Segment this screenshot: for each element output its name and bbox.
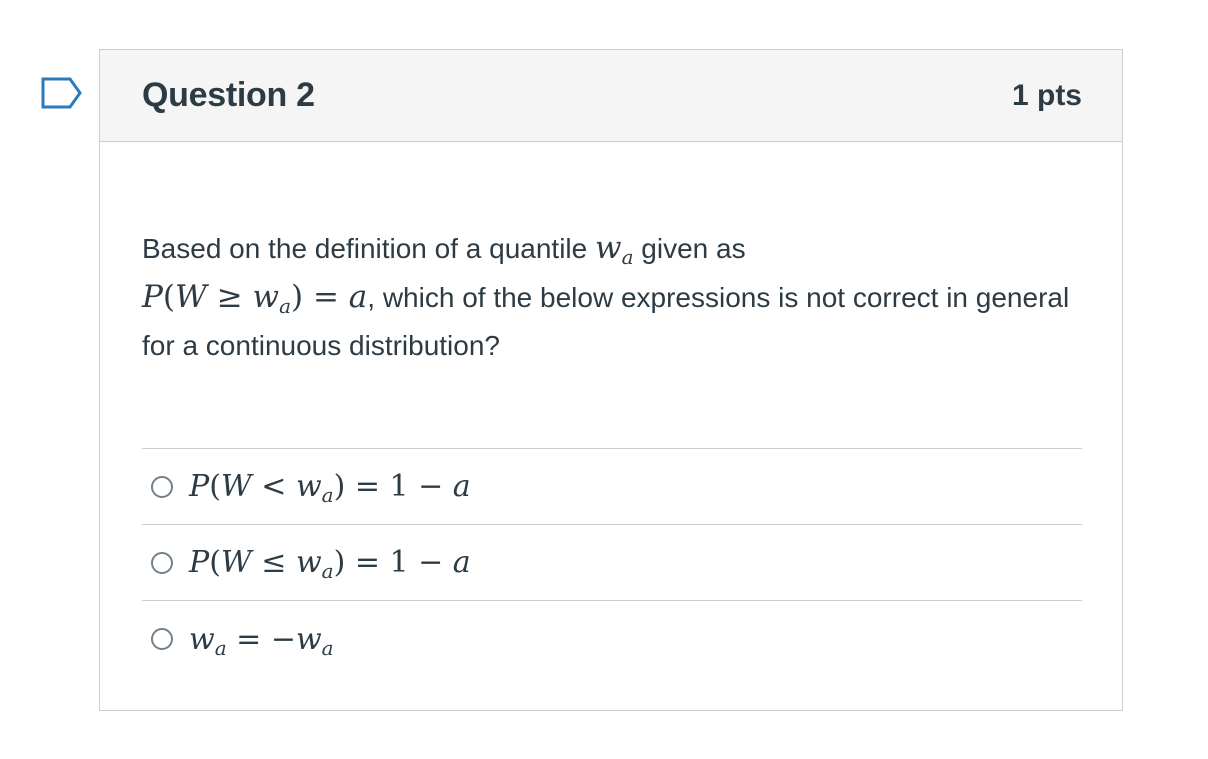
flag-question-icon[interactable] xyxy=(40,76,84,110)
radio-button[interactable] xyxy=(151,475,173,498)
answer-list: P(W < wa) = 1 − a P(W ≤ wa) = 1 − a wa =… xyxy=(142,448,1082,677)
answer-option[interactable]: wa = −wa xyxy=(142,601,1082,677)
question-body: Based on the definition of a quantile wa… xyxy=(100,142,1122,677)
radio-button[interactable] xyxy=(151,551,173,574)
question-text-part2: given as xyxy=(633,233,746,264)
answer-option[interactable]: P(W < wa) = 1 − a xyxy=(142,449,1082,525)
question-text: Based on the definition of a quantile wa… xyxy=(142,224,1082,370)
answer-option[interactable]: P(W ≤ wa) = 1 − a xyxy=(142,525,1082,601)
math-definition: P(W ≥ wa) = a xyxy=(142,279,368,318)
answer-label[interactable]: P(W ≤ wa) = 1 − a xyxy=(189,545,471,581)
question-card: Question 2 1 pts Based on the definition… xyxy=(99,49,1123,711)
question-points: 1 pts xyxy=(1011,78,1082,112)
question-text-part1: Based on the definition of a quantile xyxy=(142,233,596,264)
answer-label[interactable]: P(W < wa) = 1 − a xyxy=(189,469,471,505)
math-quantile: wa xyxy=(595,230,634,269)
radio-button[interactable] xyxy=(151,628,173,650)
answer-label[interactable]: wa = −wa xyxy=(189,622,334,658)
question-title: Question 2 xyxy=(142,76,315,114)
question-header: Question 2 1 pts xyxy=(100,50,1122,142)
